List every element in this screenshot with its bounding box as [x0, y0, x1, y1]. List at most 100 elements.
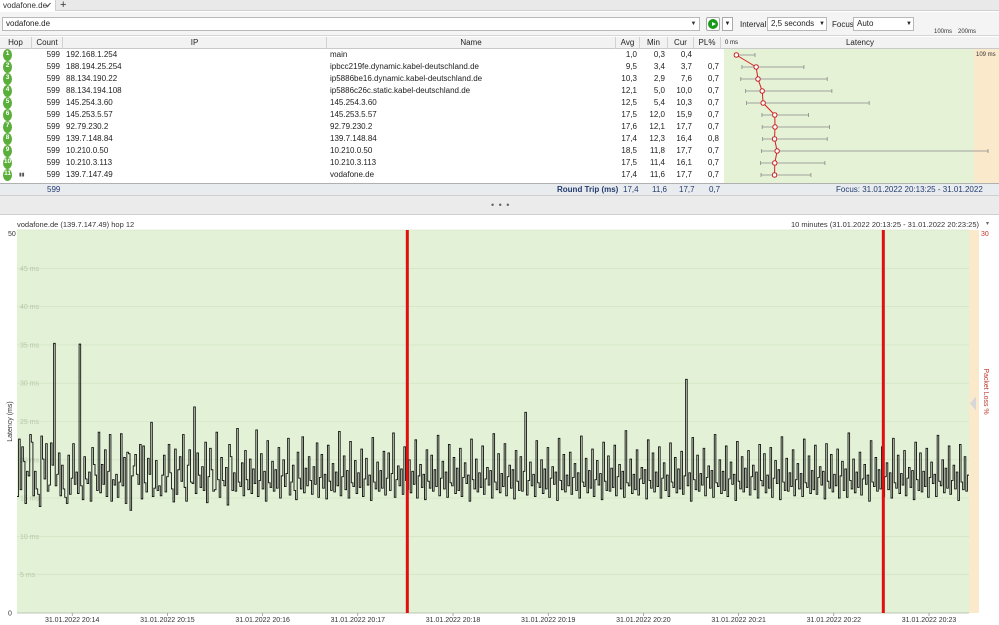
count-cell: 599	[46, 158, 60, 167]
start-trace-button[interactable]	[706, 17, 720, 31]
latency-bg-amber	[974, 49, 999, 184]
new-tab-button[interactable]: +	[60, 0, 66, 11]
play-icon	[708, 19, 718, 29]
interval-select[interactable]: 2,5 seconds ▼	[767, 17, 827, 31]
latency-min-label: 0 ms	[725, 40, 739, 46]
col-pl[interactable]: PL%	[694, 37, 721, 49]
min-cell: 12,1	[649, 122, 665, 131]
chart-icon[interactable]: ▮▮	[19, 169, 25, 181]
chevron-down-icon: ▼	[906, 21, 912, 27]
count-cell: 599	[46, 146, 60, 155]
avg-cell: 17,4	[621, 170, 637, 179]
x-tick-label: 31.01.2022 20:18	[426, 617, 481, 624]
avg-cell: 9,5	[625, 62, 637, 71]
ip-cell: 139.7.147.49	[66, 170, 113, 179]
avg-cell: 12,5	[621, 98, 637, 107]
avg-cell: 12,1	[621, 86, 637, 95]
y-tick-label: 25 ms	[20, 419, 40, 426]
cur-cell: 7,6	[680, 74, 692, 83]
tab-strip: vodafone.de ✔ +	[0, 0, 999, 11]
chevron-down-icon[interactable]: ▼	[688, 18, 699, 30]
pl-cell: 0,7	[707, 170, 719, 179]
tab-check-icon[interactable]: ✔	[45, 0, 52, 11]
count-cell: 599	[46, 50, 60, 59]
col-ip[interactable]: IP	[63, 37, 327, 49]
y-tick-label: 45 ms	[20, 266, 40, 273]
target-value: vodafone.de	[6, 19, 51, 28]
pl-cell: 0,7	[707, 86, 719, 95]
name-cell: main	[330, 50, 348, 59]
panel-splitter[interactable]: • • •	[0, 195, 999, 215]
ip-cell: 192.168.1.254	[66, 50, 118, 59]
latency-avg-point	[771, 172, 778, 178]
ip-cell: 145.253.5.57	[66, 110, 113, 119]
count-cell: 599	[46, 122, 60, 131]
y-tick-label: 5 ms	[20, 572, 36, 579]
hop-badge: 3	[3, 73, 12, 85]
target-input[interactable]: vodafone.de ▼	[2, 17, 700, 31]
tab-vodafone[interactable]: vodafone.de ✔	[0, 0, 56, 11]
y-tick-label: 0	[8, 611, 12, 618]
latency-avg-point	[755, 76, 761, 82]
count-cell: 599	[46, 86, 60, 95]
cur-cell: 10,0	[676, 86, 692, 95]
x-tick-label: 31.01.2022 20:15	[140, 617, 195, 624]
min-cell: 2,9	[653, 74, 665, 83]
avg-cell: 1,0	[625, 50, 637, 59]
hop-badge: 4	[3, 85, 12, 97]
timeline-panel: vodafone.de (139.7.147.49) hop 12 10 min…	[0, 216, 999, 625]
x-tick-label: 31.01.2022 20:16	[235, 617, 290, 624]
scale-100-label: 100ms	[934, 29, 953, 35]
splitter-grip-icon[interactable]: • • •	[491, 200, 510, 210]
latency-avg-point	[772, 160, 778, 166]
col-avg[interactable]: Avg	[616, 37, 640, 49]
ip-cell: 10.210.0.50	[66, 146, 109, 155]
name-cell: ip5886c26c.static.kabel-deutschland.de	[330, 86, 471, 95]
latency-max-label: 109 ms	[976, 52, 996, 58]
hop-badge: 5	[3, 97, 12, 109]
min-cell: 5,0	[653, 86, 665, 95]
hop-grid: Hop Count IP Name Avg Min Cur PL% 0 ms L…	[0, 37, 999, 206]
ip-cell: 188.194.25.254	[66, 62, 122, 71]
col-hop[interactable]: Hop	[0, 37, 32, 49]
y-tick-label: 10 ms	[20, 534, 40, 541]
min-cell: 5,4	[653, 98, 665, 107]
hop-badge: 6	[3, 109, 12, 121]
tab-label: vodafone.de	[3, 1, 48, 10]
cur-cell: 16,1	[676, 158, 692, 167]
avg-cell: 18,5	[621, 146, 637, 155]
latency-bg-green	[724, 49, 974, 184]
focus-select[interactable]: Auto ▼	[853, 17, 914, 31]
latency-avg-point	[753, 64, 759, 70]
name-cell: 10.210.0.50	[330, 146, 373, 155]
col-latency[interactable]: 0 ms Latency	[721, 37, 999, 49]
col-min[interactable]: Min	[640, 37, 668, 49]
ip-cell: 88.134.190.22	[66, 74, 118, 83]
start-options-dropdown[interactable]: ▼	[722, 17, 733, 31]
y2-tick-label: 30	[981, 231, 989, 238]
x-tick-label: 31.01.2022 20:14	[45, 617, 100, 624]
pl-cell: 0,7	[707, 98, 719, 107]
timeline-chart[interactable]: 05 ms10 ms15 ms20 ms25 ms30 ms35 ms40 ms…	[0, 216, 999, 625]
pl-cell: 0,8	[707, 134, 719, 143]
latency-avg-point	[733, 52, 740, 58]
pl-cell	[694, 49, 719, 61]
col-cur[interactable]: Cur	[668, 37, 694, 49]
pl-cell: 0,7	[707, 62, 719, 71]
y-tick-label: 40 ms	[20, 304, 40, 311]
avg-cell: 17,4	[621, 134, 637, 143]
hop-badge: 8	[3, 133, 12, 145]
latency-avg-point	[759, 88, 765, 94]
count-cell: 599	[46, 98, 60, 107]
hop-badge: 11	[3, 169, 12, 181]
name-cell: ip5886be16.dynamic.kabel-deutschland.de	[330, 74, 483, 83]
y-tick-label: 50	[8, 231, 16, 238]
pl-cell: 0,7	[707, 74, 719, 83]
min-cell: 0,3	[653, 50, 665, 59]
latency-avg-point	[772, 112, 778, 118]
pl-cell: 0,7	[707, 158, 719, 167]
col-name[interactable]: Name	[327, 37, 616, 49]
col-count[interactable]: Count	[32, 37, 63, 49]
avg-cell: 17,5	[621, 110, 637, 119]
x-tick-label: 31.01.2022 20:19	[521, 617, 576, 624]
